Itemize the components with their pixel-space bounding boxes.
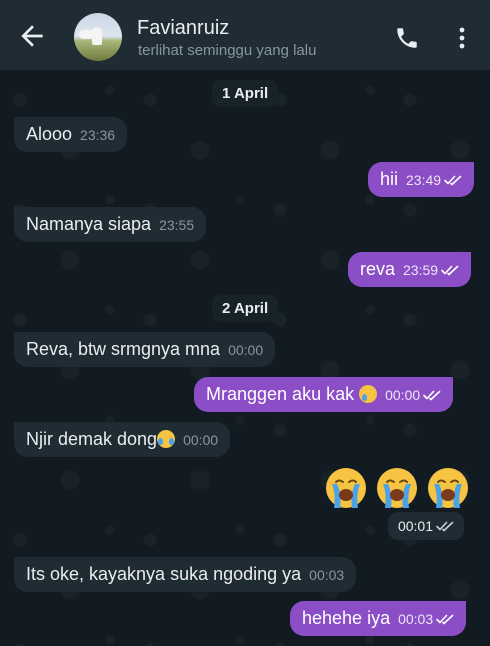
message-text: reva [360, 259, 396, 279]
message-bubble-incoming[interactable]: Njir demak dong 00:00 [14, 422, 231, 457]
message-time: 23:59 [403, 262, 439, 278]
message-time: 00:01 [397, 518, 434, 534]
message-time: 00:00 [228, 342, 264, 358]
phone-icon[interactable] [394, 25, 420, 51]
message-bubble-outgoing[interactable]: hii 23:49 [368, 162, 475, 197]
message-text: Namanya siapa [26, 214, 152, 234]
loudly-crying-face-emoji[interactable] [426, 466, 470, 510]
loudly-crying-face-emoji [157, 430, 176, 448]
double-check-read-icon [441, 265, 459, 276]
tear-drop [169, 438, 175, 445]
double-check-read-icon [444, 175, 462, 186]
message-time: 23:36 [80, 127, 116, 143]
message-text: Its oke, kayaknya suka ngoding ya [26, 564, 302, 584]
loudly-crying-face-emoji[interactable] [324, 466, 368, 510]
message-text: hehehe iya [302, 608, 391, 628]
message-bubble-outgoing[interactable]: reva 23:59 [348, 252, 472, 287]
chat-header: Favianruiz terlihat seminggu yang lalu [0, 0, 490, 70]
message-text: Reva, btw srmgnya mna [26, 339, 221, 359]
back-arrow-icon[interactable] [16, 20, 48, 52]
message-text: Njir demak dong [26, 429, 158, 449]
message-text: hii [380, 169, 399, 189]
message-time: 00:00 [183, 432, 219, 448]
double-check-read-icon [436, 614, 454, 625]
message-bubble-incoming[interactable]: Namanya siapa 23:55 [14, 207, 207, 242]
crying-face-emoji [359, 385, 378, 403]
date-separator: 2 April [212, 295, 279, 322]
message-time: 00:00 [385, 387, 421, 403]
contact-avatar[interactable] [74, 13, 122, 61]
message-text: Mranggen aku kak [206, 384, 355, 404]
date-separator: 1 April [212, 80, 279, 107]
double-check-read-icon [436, 521, 454, 532]
message-text: Alooo [26, 124, 73, 144]
loudly-crying-face-emoji[interactable] [375, 466, 419, 510]
message-bubble-outgoing[interactable]: Mranggen aku kak 00:00 [194, 377, 454, 412]
contact-name[interactable]: Favianruiz [137, 17, 229, 40]
message-bubble-incoming[interactable]: Reva, btw srmgnya mna 00:00 [14, 332, 276, 367]
more-vertical-icon[interactable] [452, 26, 472, 50]
message-time: 00:03 [309, 567, 345, 583]
tear-drop [158, 438, 164, 445]
message-bubble-outgoing[interactable]: hehehe iya 00:03 [290, 601, 467, 636]
tear-drop [362, 394, 368, 401]
message-time: 23:49 [406, 172, 442, 188]
avatar-person [92, 27, 102, 45]
double-check-read-icon [423, 390, 441, 401]
message-bubble-incoming[interactable]: Its oke, kayaknya suka ngoding ya 00:03 [14, 557, 357, 592]
emoji-message-time: 00:01 [388, 512, 464, 540]
message-time: 00:03 [398, 611, 434, 627]
message-time: 23:55 [159, 217, 195, 233]
contact-status: terlihat seminggu yang lalu [138, 42, 317, 59]
message-bubble-incoming[interactable]: Alooo 23:36 [14, 117, 128, 152]
